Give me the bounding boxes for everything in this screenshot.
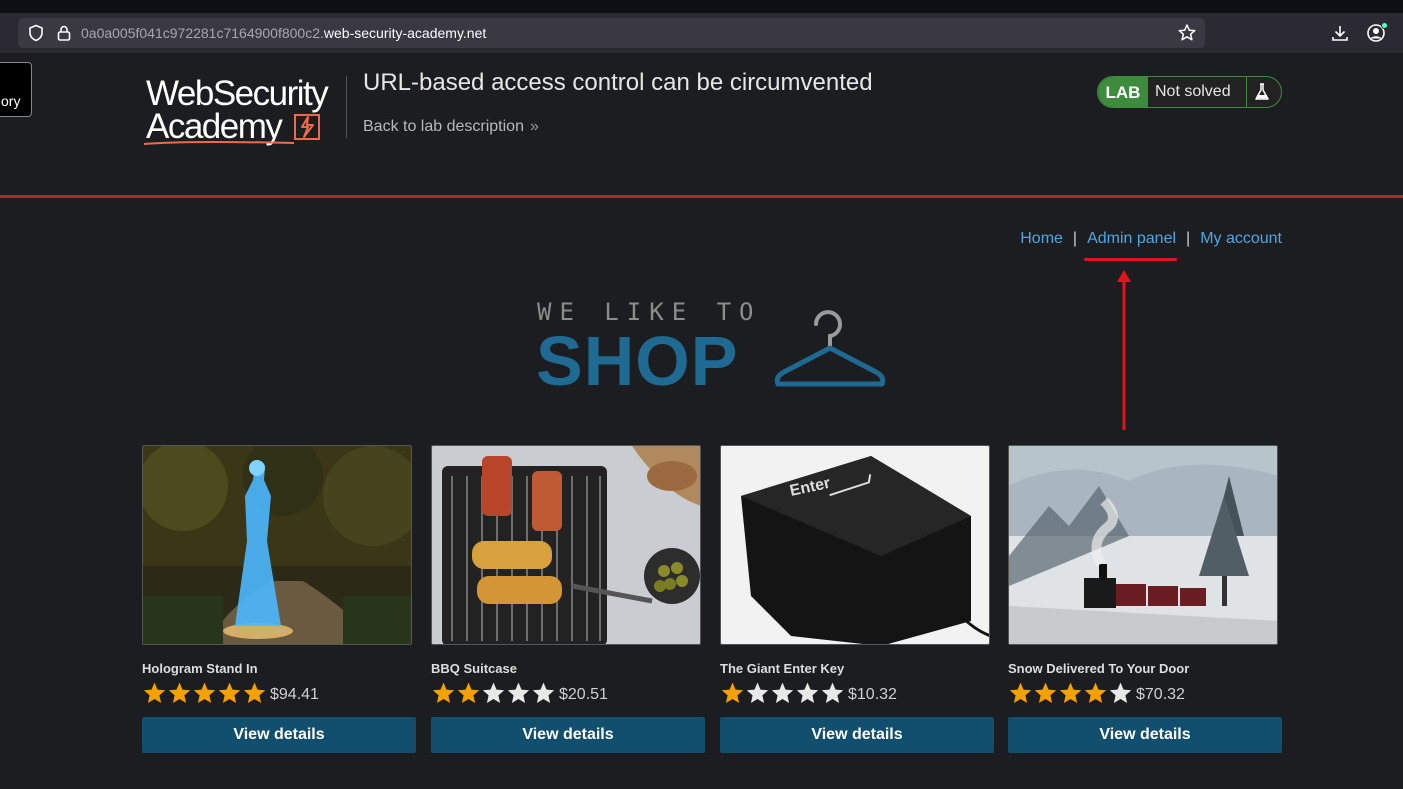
star-filled-icon [243, 682, 266, 703]
product-card: BBQ Suitcase $20.51 View details [431, 445, 705, 753]
product-image-snow-train [1008, 445, 1278, 645]
annotation-arrow [1117, 270, 1131, 430]
star-empty-icon [532, 682, 555, 703]
star-filled-icon [1009, 682, 1032, 703]
nav-admin-panel-link[interactable]: Admin panel [1087, 230, 1176, 247]
annotation-underline [1084, 258, 1177, 261]
web-security-academy-logo[interactable]: WebSecurity Academy [144, 74, 344, 148]
star-empty-icon [507, 682, 530, 703]
star-filled-icon [721, 682, 744, 703]
star-filled-icon [168, 682, 191, 703]
product-card: Enter The Giant Enter Key $10.32 View de… [720, 445, 994, 753]
url-text[interactable]: 0a0a005f041c972281c7164900f800c2.web-sec… [81, 25, 486, 41]
product-rating: $20.51 [431, 680, 705, 706]
window-top-strip [0, 0, 1403, 13]
view-details-button[interactable]: View details [142, 717, 416, 753]
nav-my-account-link[interactable]: My account [1200, 230, 1282, 247]
back-to-lab-description-link[interactable]: Back to lab description » [363, 118, 539, 136]
lab-title: URL-based access control can be circumve… [363, 69, 873, 96]
rating-stars [431, 681, 556, 705]
product-price: $70.32 [1136, 686, 1185, 703]
product-rating: $10.32 [720, 680, 994, 706]
coat-hanger-icon [774, 310, 886, 387]
view-details-button[interactable]: View details [431, 717, 705, 753]
address-bar[interactable]: 0a0a005f041c972281c7164900f800c2.web-sec… [18, 18, 1205, 48]
shield-icon[interactable] [27, 24, 45, 42]
side-tab-label: ory [1, 93, 21, 109]
product-image-hologram [142, 445, 412, 645]
header-divider [346, 76, 347, 138]
notification-dot [1381, 22, 1388, 29]
product-name: The Giant Enter Key [720, 661, 845, 676]
banner-shop-word: SHOP [536, 322, 739, 400]
lab-status-badge: LAB Not solved [1097, 76, 1282, 108]
product-image-bbq [431, 445, 701, 645]
nav-separator: | [1072, 230, 1078, 247]
star-filled-icon [1034, 682, 1057, 703]
lab-label: LAB [1098, 77, 1148, 107]
lab-status-text: Not solved [1155, 83, 1231, 100]
rating-stars [720, 681, 845, 705]
side-tab[interactable]: ory [0, 62, 32, 117]
star-empty-icon [482, 682, 505, 703]
star-empty-icon [771, 682, 794, 703]
star-empty-icon [1109, 682, 1132, 703]
back-link-label: Back to lab description [363, 118, 524, 135]
badge-divider [1246, 77, 1247, 107]
bookmark-star-icon[interactable] [1177, 23, 1197, 43]
star-filled-icon [1059, 682, 1082, 703]
star-empty-icon [821, 682, 844, 703]
product-name: BBQ Suitcase [431, 661, 517, 676]
top-nav: Home | Admin panel | My account [1020, 230, 1282, 248]
double-chevron-icon: » [529, 118, 539, 135]
lightning-bolt-icon [294, 114, 320, 140]
star-filled-icon [432, 682, 455, 703]
star-empty-icon [746, 682, 769, 703]
nav-separator: | [1186, 230, 1191, 247]
header-rule [0, 195, 1403, 198]
product-name: Hologram Stand In [142, 661, 258, 676]
product-price: $94.41 [270, 686, 319, 703]
product-card: Hologram Stand In $94.41 View details [142, 445, 416, 753]
download-icon[interactable] [1330, 23, 1350, 43]
product-image-enter-key: Enter [720, 445, 990, 645]
browser-toolbar: 0a0a005f041c972281c7164900f800c2.web-sec… [0, 13, 1403, 53]
product-name: Snow Delivered To Your Door [1008, 661, 1190, 676]
star-filled-icon [193, 682, 216, 703]
rating-stars [142, 681, 267, 705]
logo-underline [144, 141, 295, 145]
star-empty-icon [796, 682, 819, 703]
shop-banner: WE LIKE TO SHOP [536, 298, 891, 400]
product-card: Snow Delivered To Your Door $70.32 View … [1008, 445, 1282, 753]
product-rating: $94.41 [142, 680, 416, 706]
lock-icon[interactable] [55, 24, 73, 42]
star-filled-icon [218, 682, 241, 703]
product-price: $20.51 [559, 686, 608, 703]
rating-stars [1008, 681, 1133, 705]
url-subdomain: 0a0a005f041c972281c7164900f800c2. [81, 25, 324, 41]
nav-home-link[interactable]: Home [1020, 230, 1063, 247]
url-domain: web-security-academy.net [323, 25, 487, 41]
view-details-button[interactable]: View details [720, 717, 994, 753]
flask-icon [1255, 83, 1269, 100]
product-price: $10.32 [848, 686, 897, 703]
view-details-button[interactable]: View details [1008, 717, 1282, 753]
product-rating: $70.32 [1008, 680, 1282, 706]
star-filled-icon [1084, 682, 1107, 703]
star-filled-icon [457, 682, 480, 703]
star-filled-icon [143, 682, 166, 703]
